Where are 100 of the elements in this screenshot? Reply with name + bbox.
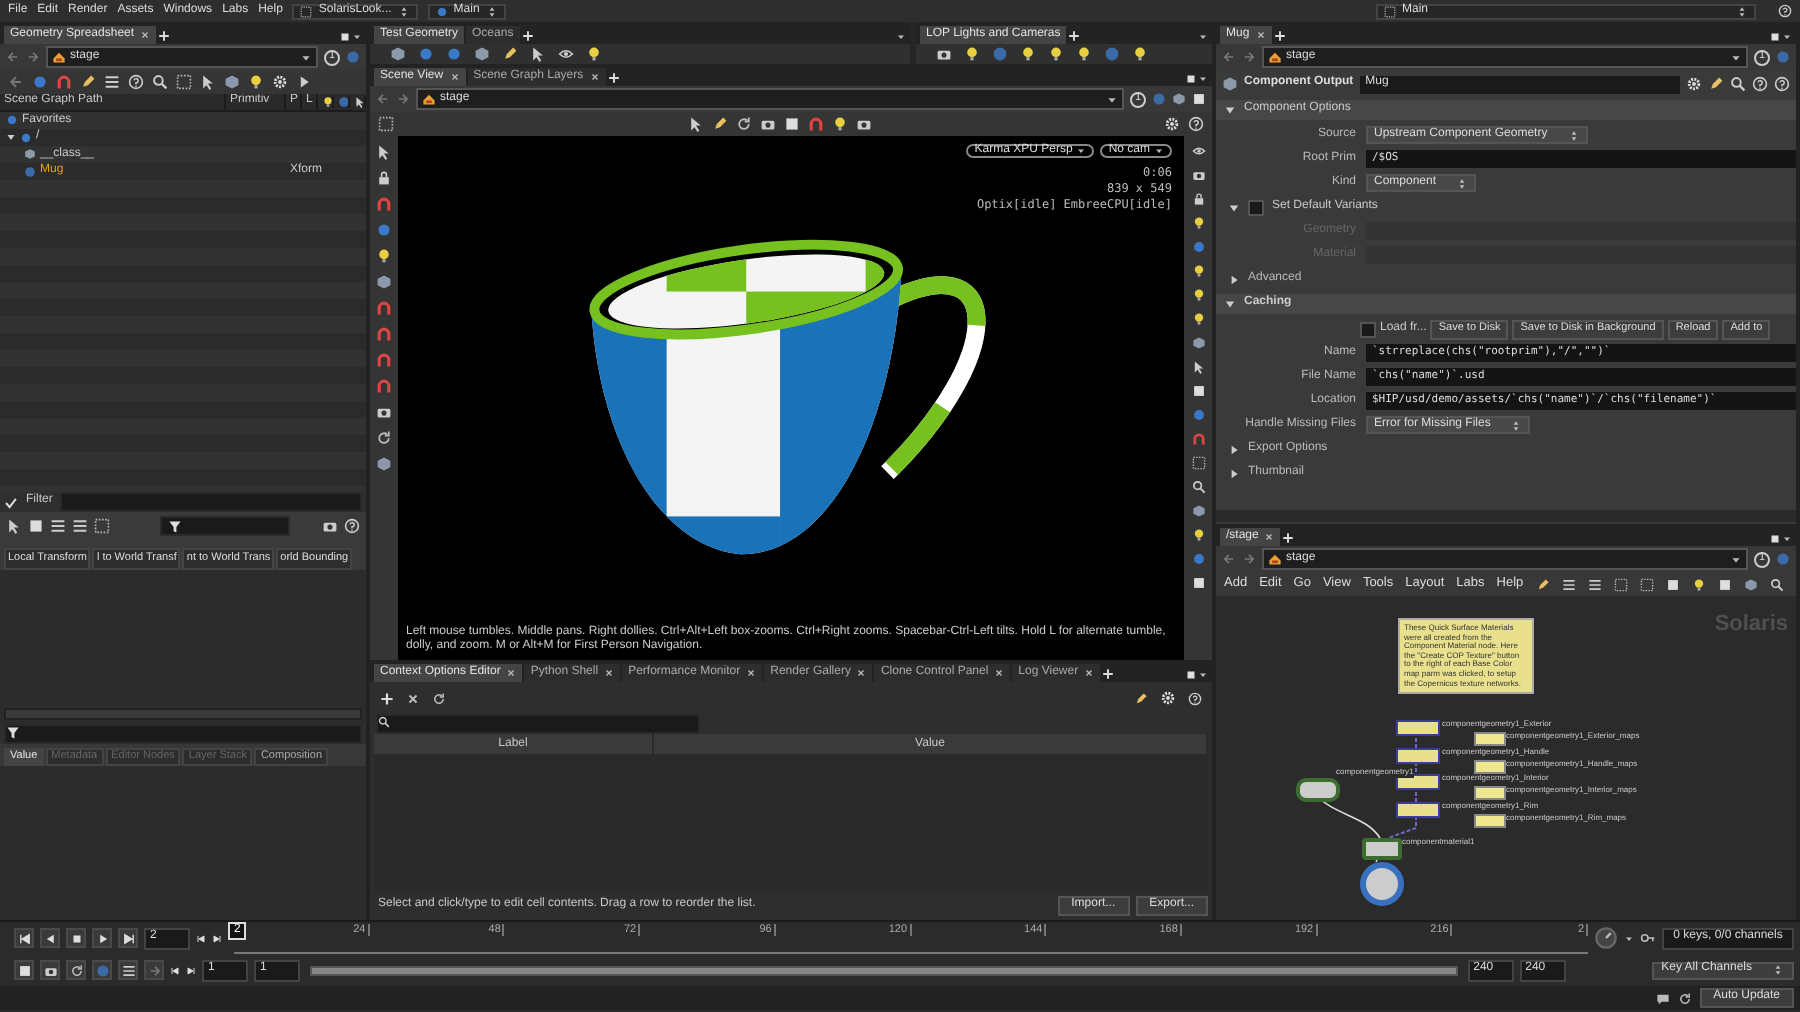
magnet-icon[interactable] bbox=[376, 196, 392, 212]
search-icon[interactable] bbox=[1730, 76, 1746, 92]
eye-icon[interactable] bbox=[558, 46, 574, 62]
cube-icon[interactable] bbox=[376, 274, 392, 290]
square-icon[interactable] bbox=[1191, 576, 1205, 590]
scrollbar[interactable] bbox=[1216, 510, 1796, 522]
gear-icon[interactable] bbox=[1160, 690, 1176, 706]
square-icon[interactable] bbox=[1186, 74, 1196, 84]
close-icon[interactable] bbox=[1264, 531, 1275, 541]
grid-icon[interactable] bbox=[176, 74, 192, 90]
square-icon[interactable] bbox=[783, 116, 799, 132]
arrow-cursor-icon[interactable] bbox=[376, 144, 392, 160]
arrow-right-icon[interactable] bbox=[147, 963, 161, 977]
gear-icon[interactable] bbox=[1686, 76, 1702, 92]
arrow-cursor-icon[interactable] bbox=[530, 46, 546, 62]
help-icon[interactable] bbox=[1774, 76, 1790, 92]
arrow-left-icon[interactable] bbox=[8, 74, 24, 90]
dial-icon[interactable] bbox=[1594, 926, 1618, 950]
sphere-icon[interactable] bbox=[1191, 408, 1205, 422]
triangle-down-icon[interactable] bbox=[1228, 201, 1240, 213]
sphere-icon[interactable] bbox=[1191, 552, 1205, 566]
scrollbar[interactable] bbox=[4, 707, 362, 720]
close-icon[interactable] bbox=[856, 667, 867, 677]
node[interactable] bbox=[1474, 813, 1506, 828]
refresh-icon[interactable] bbox=[432, 691, 446, 705]
lamp-icon[interactable] bbox=[586, 46, 602, 62]
text-field[interactable] bbox=[1366, 222, 1796, 240]
disc-icon[interactable] bbox=[992, 46, 1008, 62]
lamp-icon[interactable] bbox=[322, 96, 332, 108]
pencil-icon[interactable] bbox=[1134, 691, 1148, 705]
refresh-icon[interactable] bbox=[735, 116, 751, 132]
camera-icon[interactable] bbox=[759, 116, 775, 132]
plus-icon[interactable] bbox=[158, 30, 171, 42]
node[interactable] bbox=[1296, 778, 1340, 802]
refresh-icon[interactable] bbox=[1677, 991, 1692, 1005]
close-icon[interactable] bbox=[449, 71, 460, 81]
range-slider[interactable] bbox=[312, 967, 1456, 973]
grid-icon[interactable] bbox=[1191, 456, 1205, 470]
search-field[interactable] bbox=[376, 714, 700, 734]
arrow-cursor-icon[interactable] bbox=[354, 96, 364, 108]
square-icon[interactable] bbox=[1770, 534, 1780, 544]
play-back-icon[interactable] bbox=[43, 931, 57, 945]
close-icon[interactable] bbox=[994, 667, 1005, 677]
lines-icon[interactable] bbox=[1587, 577, 1602, 591]
help-icon[interactable] bbox=[128, 74, 144, 90]
triangle-down-icon[interactable] bbox=[6, 132, 16, 143]
lamp-icon[interactable] bbox=[1020, 46, 1036, 62]
lamp-icon[interactable] bbox=[248, 74, 264, 90]
skip-start-icon[interactable] bbox=[170, 965, 180, 975]
lamp-icon[interactable] bbox=[1191, 264, 1205, 278]
lamp-icon[interactable] bbox=[1076, 46, 1092, 62]
disc-icon[interactable] bbox=[1104, 46, 1120, 62]
lines-icon[interactable] bbox=[50, 518, 66, 534]
refresh-icon[interactable] bbox=[376, 430, 392, 446]
square-icon[interactable] bbox=[1186, 670, 1196, 680]
pencil-icon[interactable] bbox=[1535, 577, 1550, 591]
square-icon[interactable] bbox=[1191, 384, 1205, 398]
lamp-icon[interactable] bbox=[376, 248, 392, 264]
lock-icon[interactable] bbox=[1191, 192, 1205, 206]
lamp-icon[interactable] bbox=[964, 46, 980, 62]
plus-icon[interactable] bbox=[521, 30, 534, 42]
camera-icon[interactable] bbox=[322, 518, 338, 534]
pencil-icon[interactable] bbox=[80, 74, 96, 90]
stop-icon[interactable] bbox=[69, 931, 83, 945]
lamp-icon[interactable] bbox=[1191, 528, 1205, 542]
plus-icon[interactable] bbox=[1273, 30, 1286, 42]
checkbox[interactable] bbox=[1248, 199, 1264, 215]
square-icon[interactable] bbox=[340, 32, 350, 42]
cube-icon[interactable] bbox=[376, 456, 392, 472]
camera-icon[interactable] bbox=[43, 963, 57, 977]
square-icon[interactable] bbox=[1665, 577, 1680, 591]
node[interactable] bbox=[1474, 732, 1506, 746]
skip-end-icon[interactable] bbox=[212, 933, 222, 943]
plus-icon[interactable] bbox=[1068, 30, 1081, 42]
node[interactable] bbox=[1474, 786, 1506, 801]
gear-icon[interactable] bbox=[272, 74, 288, 90]
arrow-left-icon[interactable] bbox=[1222, 50, 1236, 64]
pencil-icon[interactable] bbox=[711, 116, 727, 132]
arrow-left-icon[interactable] bbox=[376, 92, 390, 106]
search-icon[interactable] bbox=[152, 74, 168, 90]
node[interactable] bbox=[1396, 720, 1440, 736]
close-icon[interactable] bbox=[604, 667, 615, 677]
magnet-icon[interactable] bbox=[56, 74, 72, 90]
sphere-icon[interactable] bbox=[376, 222, 392, 238]
filter-field[interactable] bbox=[160, 516, 290, 536]
search-icon[interactable] bbox=[1769, 577, 1784, 591]
skip-start-icon[interactable] bbox=[17, 931, 31, 945]
node[interactable] bbox=[1396, 774, 1440, 791]
pencil-icon[interactable] bbox=[1708, 76, 1724, 92]
eye-icon[interactable] bbox=[1191, 144, 1205, 158]
node[interactable] bbox=[1474, 759, 1506, 774]
cube-icon[interactable] bbox=[1191, 504, 1205, 518]
plus-icon[interactable] bbox=[1102, 668, 1115, 680]
plus-icon[interactable] bbox=[380, 691, 394, 705]
lines-icon[interactable] bbox=[1561, 577, 1576, 591]
lamp-icon[interactable] bbox=[1191, 216, 1205, 230]
arrow-cursor-icon[interactable] bbox=[687, 116, 703, 132]
arrow-cursor-icon[interactable] bbox=[200, 74, 216, 90]
close-icon[interactable] bbox=[589, 71, 600, 81]
node[interactable] bbox=[1396, 747, 1440, 764]
